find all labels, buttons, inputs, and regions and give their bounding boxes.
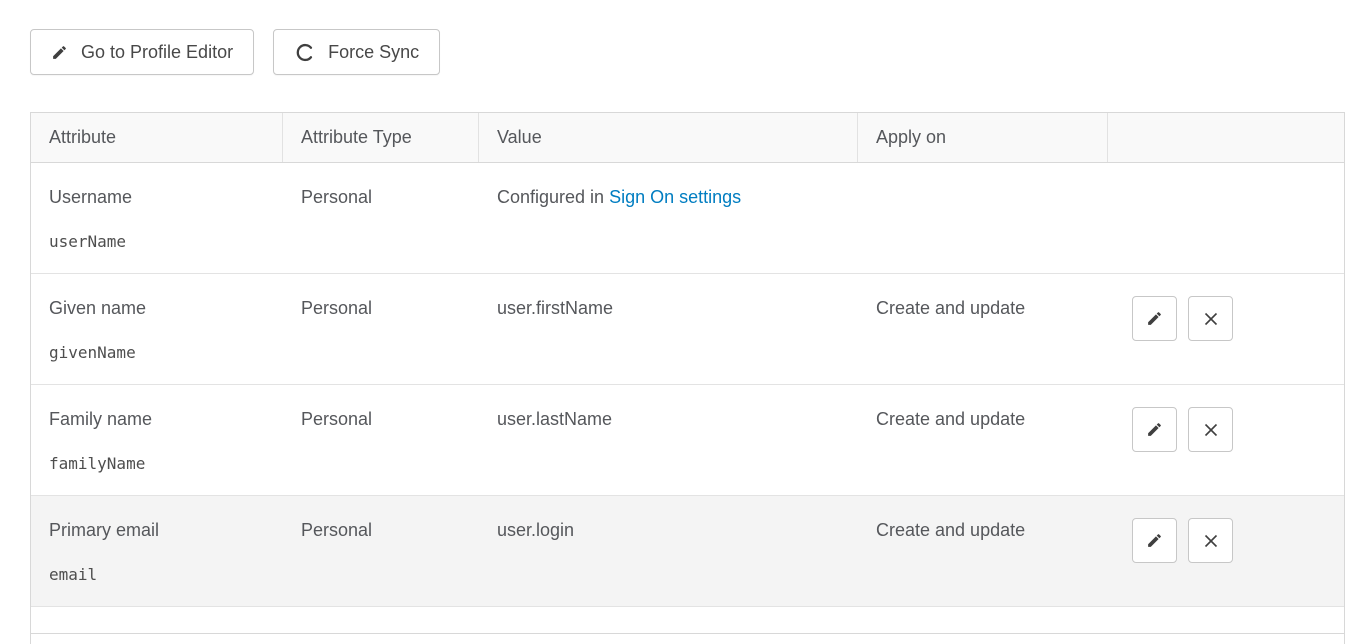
value-cell: user.lastName [479, 385, 858, 495]
header-attribute-type: Attribute Type [283, 113, 479, 162]
attribute-mappings-page: { "toolbar": { "buttons": [ { "label": "… [0, 0, 1370, 644]
table-row-given-name: Given name givenName Personal user.first… [31, 274, 1344, 385]
apply-on-cell: Create and update [858, 496, 1108, 606]
force-sync-button[interactable]: Force Sync [273, 29, 440, 75]
attribute-label: Primary email [49, 520, 265, 541]
attribute-type-cell: Personal [283, 274, 479, 384]
pencil-icon [51, 44, 68, 61]
table-row-username: Username userName Personal Configured in… [31, 163, 1344, 274]
table-row-partial [31, 607, 1344, 634]
attribute-type-cell: Personal [283, 496, 479, 606]
toolbar: Go to Profile Editor Force Sync [30, 29, 440, 75]
go-to-profile-editor-label: Go to Profile Editor [81, 42, 233, 63]
attribute-type-cell: Personal [283, 163, 479, 273]
attribute-key: givenName [49, 344, 265, 362]
delete-mapping-button[interactable] [1188, 407, 1233, 452]
attribute-mapping-table: Attribute Attribute Type Value Apply on … [30, 112, 1345, 644]
edit-mapping-button[interactable] [1132, 518, 1177, 563]
edit-pencil-icon [1146, 310, 1163, 327]
edit-mapping-button[interactable] [1132, 407, 1177, 452]
row-actions [1108, 274, 1344, 384]
remove-x-icon [1203, 422, 1219, 438]
row-actions [1108, 385, 1344, 495]
header-actions [1108, 113, 1344, 162]
force-sync-label: Force Sync [328, 42, 419, 63]
value-cell: Configured in Sign On settings [479, 163, 858, 273]
attribute-key: userName [49, 233, 265, 251]
row-actions [1108, 496, 1344, 606]
attribute-key: familyName [49, 455, 265, 473]
sync-icon [294, 42, 315, 63]
delete-mapping-button[interactable] [1188, 518, 1233, 563]
sign-on-settings-link[interactable]: Sign On settings [609, 187, 741, 207]
remove-x-icon [1203, 311, 1219, 327]
attribute-type-cell: Personal [283, 385, 479, 495]
value-cell: user.firstName [479, 274, 858, 384]
go-to-profile-editor-button[interactable]: Go to Profile Editor [30, 29, 254, 75]
row-actions [1108, 163, 1344, 273]
value-text: Configured in [497, 187, 609, 207]
table-row-family-name: Family name familyName Personal user.las… [31, 385, 1344, 496]
delete-mapping-button[interactable] [1188, 296, 1233, 341]
edit-mapping-button[interactable] [1132, 296, 1177, 341]
attribute-label: Given name [49, 298, 265, 319]
attribute-label: Username [49, 187, 265, 208]
edit-pencil-icon [1146, 421, 1163, 438]
header-value: Value [479, 113, 858, 162]
attribute-cell: Family name familyName [31, 385, 283, 495]
attribute-cell: Given name givenName [31, 274, 283, 384]
edit-pencil-icon [1146, 532, 1163, 549]
table-row-primary-email: Primary email email Personal user.login … [31, 496, 1344, 607]
value-cell: user.login [479, 496, 858, 606]
header-apply-on: Apply on [858, 113, 1108, 162]
header-attribute: Attribute [31, 113, 283, 162]
attribute-key: email [49, 566, 265, 584]
attribute-cell: Primary email email [31, 496, 283, 606]
remove-x-icon [1203, 533, 1219, 549]
apply-on-cell [858, 163, 1108, 273]
table-header-row: Attribute Attribute Type Value Apply on [31, 113, 1344, 163]
apply-on-cell: Create and update [858, 385, 1108, 495]
apply-on-cell: Create and update [858, 274, 1108, 384]
attribute-cell: Username userName [31, 163, 283, 273]
attribute-label: Family name [49, 409, 265, 430]
